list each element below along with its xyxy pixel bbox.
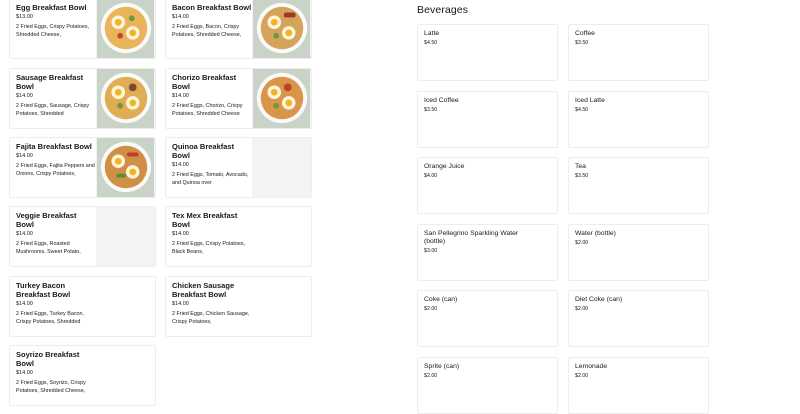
menu-item-price: $14.00 xyxy=(172,162,189,168)
beverage-name: Tea xyxy=(575,163,586,170)
menu-item-card[interactable]: Sausage Breakfast Bowl $14.00 2 Fried Eg… xyxy=(9,68,156,129)
menu-item-description: 2 Fried Eggs, Tomato, Avocado, and Quino… xyxy=(172,172,249,186)
beverage-name: Water (bottle) xyxy=(575,230,616,237)
beverage-name: Coffee xyxy=(575,30,595,37)
menu-item-card[interactable]: Veggie Breakfast Bowl $14.00 2 Fried Egg… xyxy=(9,206,156,267)
beverage-card[interactable]: Water (bottle) $2.00 xyxy=(568,224,709,281)
menu-item-card[interactable]: Soyrizo Breakfast Bowl $14.00 2 Fried Eg… xyxy=(9,345,156,406)
menu-item-name: Tex Mex Breakfast Bowl xyxy=(172,211,238,229)
beverage-price: $4.50 xyxy=(424,40,438,46)
beverage-price: $2.00 xyxy=(424,306,438,312)
beverage-card[interactable]: Iced Coffee $3.50 xyxy=(417,91,558,148)
menu-item-price: $14.00 xyxy=(16,93,33,99)
menu-item-price: $14.00 xyxy=(172,301,189,307)
menu-item-name: Chicken Sausage Breakfast Bowl xyxy=(172,281,235,299)
beverage-card[interactable]: Sprite (can) $2.00 xyxy=(417,357,558,414)
beverage-card[interactable]: Latte $4.50 xyxy=(417,24,558,81)
menu-item-price: $14.00 xyxy=(16,153,33,159)
menu-item-photo xyxy=(96,0,155,58)
menu-item-card[interactable]: Chicken Sausage Breakfast Bowl $14.00 2 … xyxy=(165,276,312,337)
beverage-price: $3.00 xyxy=(424,248,438,254)
menu-item-photo xyxy=(252,69,311,128)
menu-item-price: $14.00 xyxy=(172,14,189,20)
beverage-card[interactable]: Orange Juice $4.00 xyxy=(417,157,558,214)
menu-item-photo xyxy=(252,0,311,58)
menu-item-description: 2 Fried Eggs, Sausage, Crispy Potatoes, … xyxy=(16,103,90,117)
menu-item-card[interactable]: Bacon Breakfast Bowl $14.00 2 Fried Eggs… xyxy=(165,0,312,59)
beverage-price: $3.50 xyxy=(575,173,589,179)
beverage-card[interactable]: Tea $3.50 xyxy=(568,157,709,214)
menu-item-description: 2 Fried Eggs, Fajita Peppers and Onions,… xyxy=(16,163,95,177)
beverage-card[interactable]: Lemonade $2.00 xyxy=(568,357,709,414)
beverage-name: San Pellegrino Sparkling Water (bottle) xyxy=(424,230,519,245)
menu-item-card[interactable]: Egg Breakfast Bowl $13.00 2 Fried Eggs, … xyxy=(9,0,156,59)
beverage-name: Iced Latte xyxy=(575,97,605,104)
menu-item-name: Bacon Breakfast Bowl xyxy=(172,3,252,12)
menu-item-photo-placeholder xyxy=(96,207,155,266)
beverage-card[interactable]: Iced Latte $4.50 xyxy=(568,91,709,148)
beverage-name: Diet Coke (can) xyxy=(575,296,623,303)
menu-item-description: 2 Fried Eggs, Turkey Bacon, Crispy Potat… xyxy=(16,311,85,325)
beverages-heading: Beverages xyxy=(417,4,469,16)
beverage-name: Iced Coffee xyxy=(424,97,459,104)
menu-item-description: 2 Fried Eggs, Crispy Potatoes, Black Bea… xyxy=(172,241,246,255)
menu-item-photo-placeholder xyxy=(252,138,311,197)
menu-item-photo xyxy=(96,138,155,197)
menu-item-name: Egg Breakfast Bowl xyxy=(16,3,87,12)
beverage-card[interactable]: Coke (can) $2.00 xyxy=(417,290,558,347)
menu-item-price: $14.00 xyxy=(16,301,33,307)
menu-item-name: Chorizo Breakfast Bowl xyxy=(172,73,237,91)
menu-item-name: Sausage Breakfast Bowl xyxy=(16,73,84,91)
beverage-price: $2.00 xyxy=(424,373,438,379)
menu-item-description: 2 Fried Eggs, Bacon, Crispy Potatoes, Sh… xyxy=(172,24,242,38)
beverage-price: $4.50 xyxy=(575,107,589,113)
beverage-name: Lemonade xyxy=(575,363,608,370)
menu-item-card[interactable]: Tex Mex Breakfast Bowl $14.00 2 Fried Eg… xyxy=(165,206,312,267)
beverage-card[interactable]: Diet Coke (can) $2.00 xyxy=(568,290,709,347)
menu-item-name: Soyrizo Breakfast Bowl xyxy=(16,350,80,368)
menu-item-description: 2 Fried Eggs, Crispy Potatoes, Shredded … xyxy=(16,24,90,38)
menu-item-price: $14.00 xyxy=(172,231,189,237)
menu-item-name: Fajita Breakfast Bowl xyxy=(16,142,92,151)
menu-item-description: 2 Fried Eggs, Chicken Sausage, Crispy Po… xyxy=(172,311,250,325)
beverage-price: $2.00 xyxy=(575,373,589,379)
menu-item-card[interactable]: Quinoa Breakfast Bowl $14.00 2 Fried Egg… xyxy=(165,137,312,198)
beverage-price: $4.00 xyxy=(424,173,438,179)
menu-item-price: $13.00 xyxy=(16,14,33,20)
menu-item-name: Quinoa Breakfast Bowl xyxy=(172,142,235,160)
menu-item-name: Veggie Breakfast Bowl xyxy=(16,211,77,229)
beverage-price: $3.50 xyxy=(424,107,438,113)
beverage-price: $3.50 xyxy=(575,40,589,46)
menu-item-name: Turkey Bacon Breakfast Bowl xyxy=(16,281,71,299)
beverage-card[interactable]: Coffee $3.50 xyxy=(568,24,709,81)
menu-item-photo xyxy=(96,69,155,128)
beverage-name: Sprite (can) xyxy=(424,363,460,370)
menu-item-price: $14.00 xyxy=(16,231,33,237)
menu-item-description: 2 Fried Eggs, Roasted Mushrooms, Sweet P… xyxy=(16,241,81,255)
beverage-name: Latte xyxy=(424,30,440,37)
menu-item-card[interactable]: Fajita Breakfast Bowl $14.00 2 Fried Egg… xyxy=(9,137,156,198)
beverage-price: $2.00 xyxy=(575,306,589,312)
menu-item-card[interactable]: Turkey Bacon Breakfast Bowl $14.00 2 Fri… xyxy=(9,276,156,337)
menu-item-description: 2 Fried Eggs, Chorizo, Crispy Potatoes, … xyxy=(172,103,243,117)
menu-item-price: $14.00 xyxy=(16,370,33,376)
menu-item-price: $14.00 xyxy=(172,93,189,99)
menu-item-description: 2 Fried Eggs, Soyrizo, Crispy Potatoes, … xyxy=(16,380,86,394)
beverage-name: Coke (can) xyxy=(424,296,458,303)
menu-item-card[interactable]: Chorizo Breakfast Bowl $14.00 2 Fried Eg… xyxy=(165,68,312,129)
beverage-name: Orange Juice xyxy=(424,163,465,170)
beverage-price: $2.00 xyxy=(575,240,589,246)
beverage-card[interactable]: San Pellegrino Sparkling Water (bottle) … xyxy=(417,224,558,281)
